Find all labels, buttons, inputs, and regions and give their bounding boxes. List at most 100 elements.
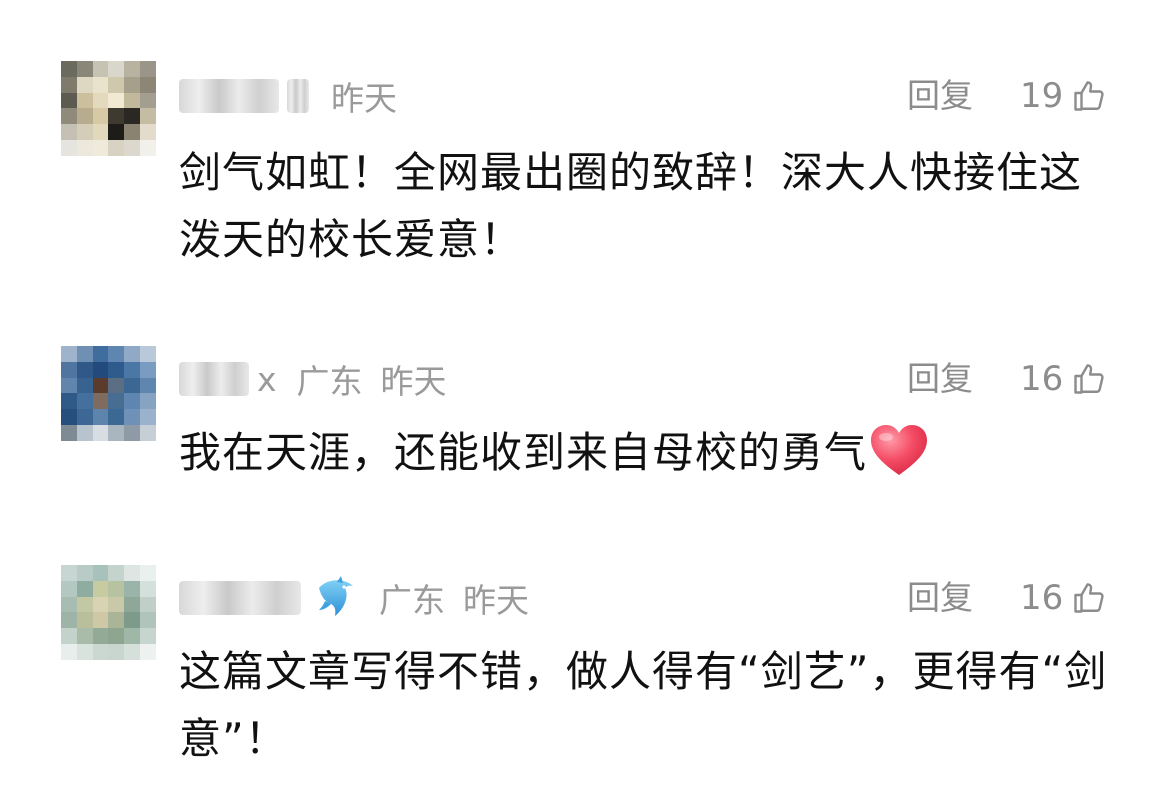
avatar-pixel	[124, 628, 141, 645]
avatar-pixel	[140, 124, 156, 141]
avatar-pixel	[92, 61, 109, 77]
avatar-pixel	[61, 628, 77, 645]
avatar-pixel	[124, 361, 141, 378]
avatar-pixel	[140, 92, 156, 109]
avatar-pixel	[92, 377, 109, 394]
avatar-pixel	[76, 346, 93, 362]
avatar-pixel	[92, 76, 109, 93]
avatar-pixel	[76, 61, 93, 77]
username-suffix: x	[257, 359, 277, 399]
avatar-pixel	[61, 92, 77, 109]
avatar-pixel	[140, 377, 156, 394]
avatar-pixel	[124, 76, 141, 93]
avatar[interactable]	[61, 346, 156, 441]
avatar-pixel	[124, 108, 141, 125]
like-count: 16	[1020, 578, 1064, 618]
avatar-pixel	[61, 124, 77, 141]
comment-text: 我在天涯，还能收到来自母校的勇气	[179, 419, 1119, 496]
avatar-pixel	[76, 76, 93, 93]
avatar-pixel	[92, 580, 109, 597]
avatar-pixel	[124, 346, 141, 362]
thumbs-up-icon	[1074, 81, 1104, 111]
username-blurred[interactable]	[179, 362, 249, 396]
avatar-pixel	[108, 644, 125, 660]
comment-text: 剑气如虹！全网最出圈的致辞！深大人快接住这泼天的校长爱意！	[179, 148, 1083, 264]
avatar-pixel	[76, 580, 93, 597]
avatar-pixel	[140, 628, 156, 645]
avatar-pixel	[140, 565, 156, 581]
avatar-pixel	[124, 61, 141, 77]
avatar-pixel	[76, 425, 93, 441]
avatar-pixel	[124, 596, 141, 613]
avatar-pixel	[76, 124, 93, 141]
avatar-pixel	[108, 596, 125, 613]
avatar-pixel	[61, 361, 77, 378]
avatar-pixel	[61, 425, 77, 441]
avatar-pixel	[140, 644, 156, 660]
like-button[interactable]: 19	[1020, 72, 1107, 120]
avatar-pixel	[140, 61, 156, 77]
avatar-pixel	[140, 76, 156, 93]
avatar-pixel	[124, 409, 141, 426]
avatar-pixel	[140, 612, 156, 629]
avatar-pixel	[124, 92, 141, 109]
reply-button[interactable]: 回复	[907, 355, 973, 403]
avatar-pixel	[124, 612, 141, 629]
avatar-pixel	[140, 140, 156, 156]
avatar-pixel	[124, 425, 141, 441]
avatar-pixel	[108, 580, 125, 597]
comment-text: 这篇文章写得不错，做人得有“剑艺”，更得有“剑意”！	[179, 647, 1108, 763]
avatar-pixel	[92, 124, 109, 141]
avatar-pixel	[76, 628, 93, 645]
username-blurred[interactable]	[179, 79, 279, 113]
avatar-pixel	[92, 628, 109, 645]
comment-meta: 广东 昨天	[179, 574, 529, 622]
avatar-pixel	[92, 92, 109, 109]
comment-meta: x 广东 昨天	[179, 355, 447, 403]
like-button[interactable]: 16	[1020, 355, 1107, 403]
avatar[interactable]	[61, 61, 156, 156]
avatar-pixel	[76, 393, 93, 410]
avatar-pixel	[140, 108, 156, 125]
avatar-pixel	[108, 612, 125, 629]
thumbs-up-icon	[1074, 364, 1104, 394]
avatar-pixel	[61, 108, 77, 125]
avatar-pixel	[108, 124, 125, 141]
avatar-pixel	[92, 612, 109, 629]
like-count: 16	[1020, 359, 1064, 399]
comment-meta: 昨天	[179, 72, 397, 120]
reply-button[interactable]: 回复	[907, 574, 973, 622]
avatar-pixel	[76, 596, 93, 613]
avatar-pixel	[61, 377, 77, 394]
avatar-pixel	[140, 361, 156, 378]
username-blurred[interactable]	[179, 581, 301, 615]
username-blurred-part	[287, 79, 309, 113]
avatar-pixel	[76, 565, 93, 581]
comment-location: 广东	[379, 581, 445, 620]
avatar-pixel	[108, 425, 125, 441]
avatar-pixel	[140, 580, 156, 597]
avatar-pixel	[61, 346, 77, 362]
avatar-pixel	[124, 377, 141, 394]
avatar-pixel	[124, 565, 141, 581]
avatar-pixel	[92, 565, 109, 581]
like-count: 19	[1020, 76, 1064, 116]
avatar-pixel	[61, 393, 77, 410]
avatar-pixel	[61, 409, 77, 426]
comment-time: 昨天	[380, 362, 447, 401]
avatar-pixel	[76, 108, 93, 125]
avatar-pixel	[108, 361, 125, 378]
avatar-pixel	[108, 409, 125, 426]
avatar-pixel	[92, 108, 109, 125]
reply-button[interactable]: 回复	[907, 72, 973, 120]
like-button[interactable]: 16	[1020, 574, 1107, 622]
avatar-pixel	[76, 361, 93, 378]
avatar-pixel	[140, 425, 156, 441]
avatar-pixel	[76, 92, 93, 109]
avatar-pixel	[108, 393, 125, 410]
avatar-pixel	[108, 108, 125, 125]
avatar-pixel	[61, 61, 77, 77]
avatar[interactable]	[61, 565, 156, 660]
comment-location: 广东	[296, 362, 363, 401]
avatar-pixel	[124, 580, 141, 597]
